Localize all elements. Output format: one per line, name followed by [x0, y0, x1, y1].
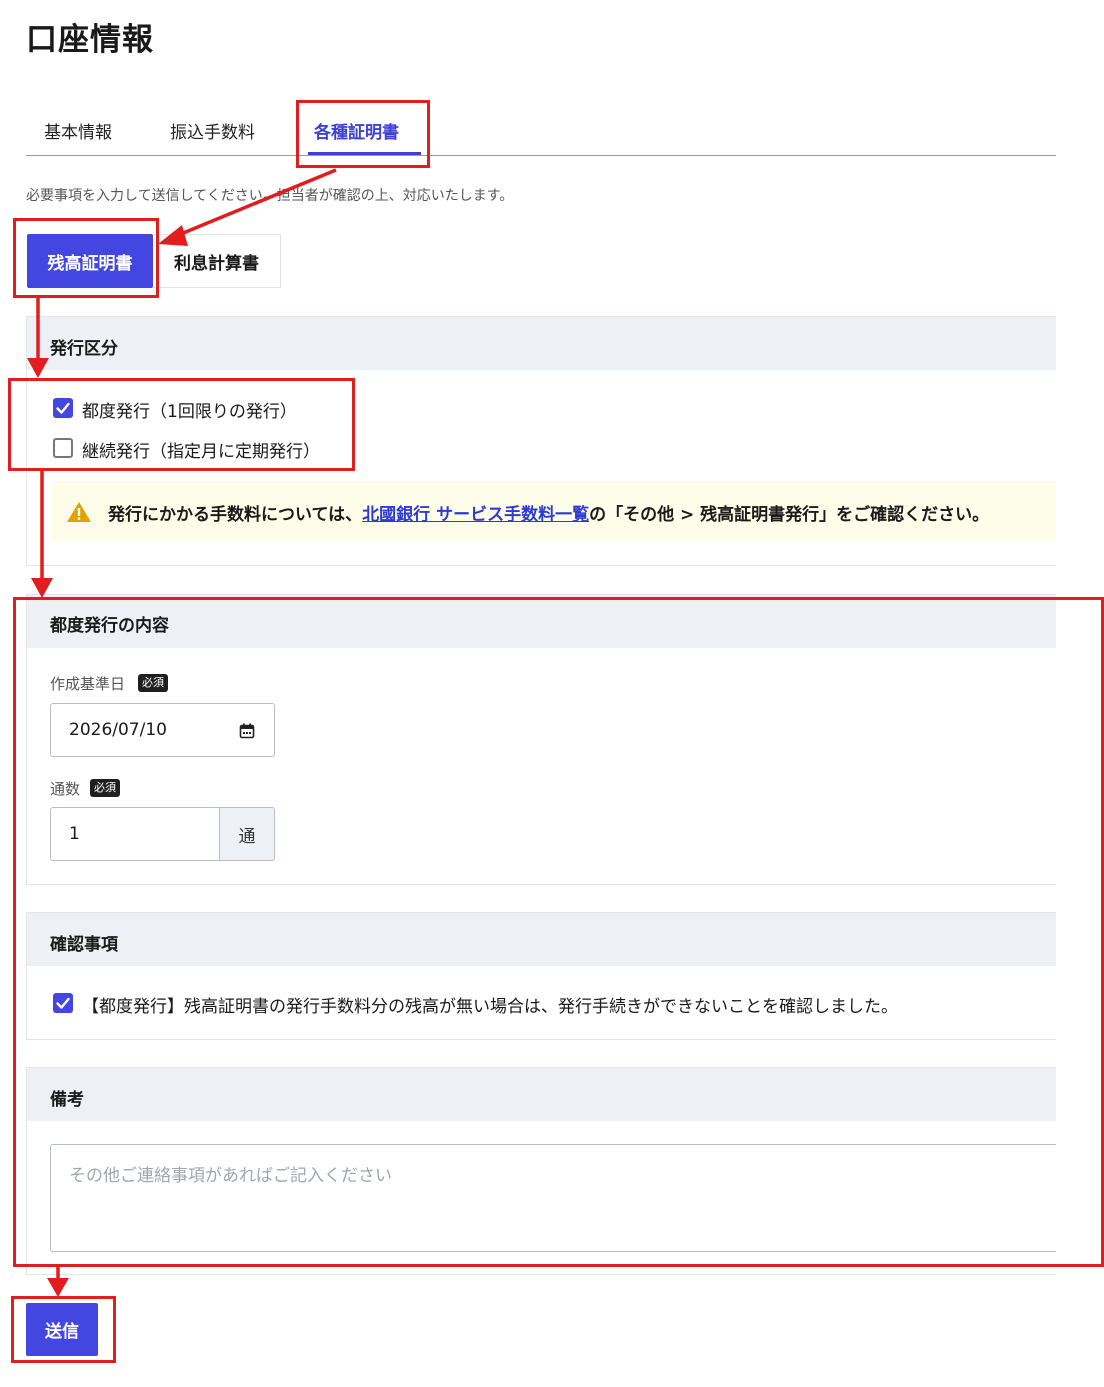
annotation-arrows	[27, 168, 337, 1297]
